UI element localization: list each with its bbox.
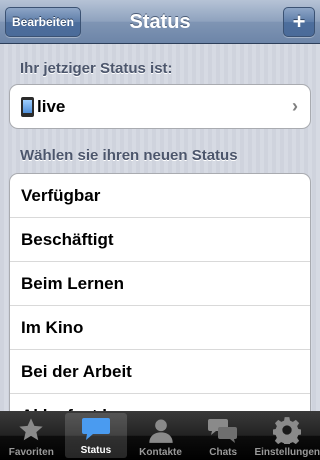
tab-status-label: Status [80,445,112,456]
tab-chats-label: Chats [209,447,238,458]
tab-kontakte-label: Kontakte [139,447,182,458]
tab-favoriten[interactable]: Favoriten [0,411,63,460]
person-icon [146,415,176,445]
page-title: Status [129,11,191,33]
status-option-beschaeftigt[interactable]: Beschäftigt [10,218,310,262]
current-status-header: Ihr jetziger Status ist: [20,60,173,77]
chat-bubbles-icon [208,415,238,445]
status-option-im-kino[interactable]: Im Kino [10,306,310,350]
current-status-cell[interactable]: live › [10,85,310,128]
speech-bubble-icon [81,413,111,443]
tab-favoriten-label: Favoriten [8,447,54,458]
tab-bar: Favoriten Status Kontakte Chats Einstell… [0,411,320,460]
tab-kontakte[interactable]: Kontakte [129,411,192,460]
chevron-right-icon: › [292,96,298,116]
status-option-beim-lernen[interactable]: Beim Lernen [10,262,310,306]
star-icon [16,415,46,445]
status-option-bei-der-arbeit[interactable]: Bei der Arbeit [10,350,310,394]
gear-icon [272,415,302,445]
current-status-group: live › [9,84,311,129]
tab-einstellungen[interactable]: Einstellungen [254,411,320,460]
tab-einstellungen-label: Einstellungen [254,447,320,458]
status-option-verfuegbar[interactable]: Verfügbar [10,174,310,218]
current-status-label: live [37,97,66,116]
navigation-bar: Bearbeiten Status + [0,0,320,44]
new-status-header: Wählen sie ihren neuen Status [20,147,238,164]
tab-chats[interactable]: Chats [192,411,255,460]
tab-status[interactable]: Status [64,413,128,458]
phone-icon [21,96,34,117]
add-button[interactable]: + [283,7,315,37]
